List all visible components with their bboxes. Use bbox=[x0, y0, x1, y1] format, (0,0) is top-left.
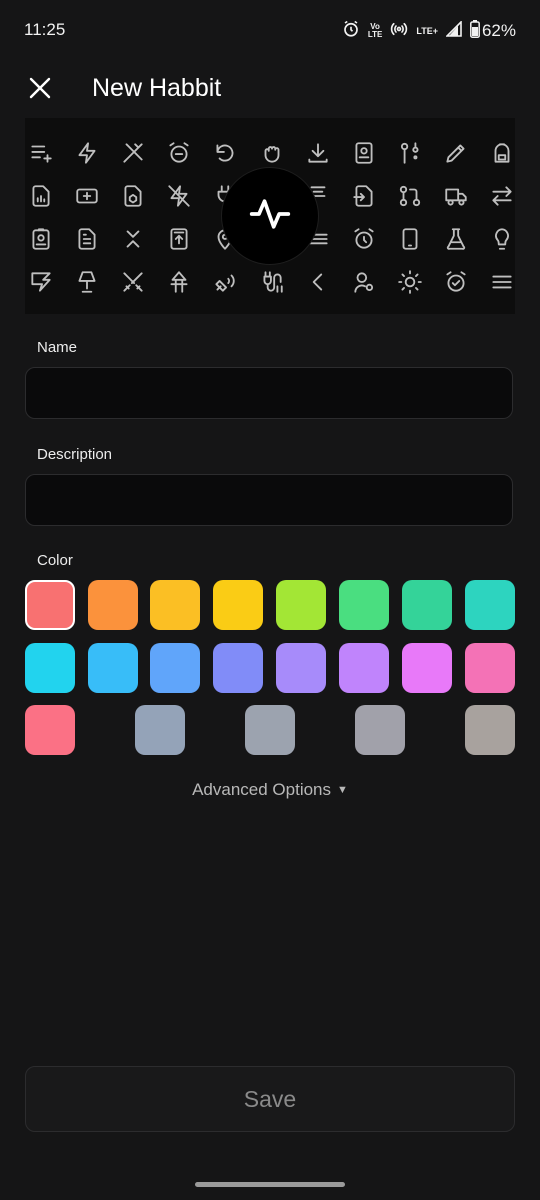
flask-icon[interactable] bbox=[443, 226, 469, 252]
description-label: Description bbox=[37, 446, 113, 463]
color-swatch[interactable] bbox=[402, 580, 452, 630]
user-cog-icon[interactable] bbox=[351, 269, 377, 295]
color-swatch[interactable] bbox=[465, 643, 515, 693]
app-bar: New Habbit bbox=[0, 62, 540, 118]
signal-icon bbox=[445, 19, 462, 42]
status-bar: 11:25 Vo LTE LTE+ 62% bbox=[0, 0, 540, 62]
tools-crossed-icon[interactable] bbox=[120, 140, 146, 166]
name-input[interactable] bbox=[25, 367, 513, 419]
color-swatch[interactable] bbox=[213, 580, 263, 630]
color-swatch[interactable] bbox=[276, 580, 326, 630]
close-icon bbox=[29, 77, 51, 104]
description-input[interactable] bbox=[25, 474, 513, 526]
color-swatch[interactable] bbox=[245, 705, 295, 755]
brand-icon[interactable] bbox=[28, 269, 54, 295]
color-swatch[interactable] bbox=[402, 643, 452, 693]
color-swatch[interactable] bbox=[339, 580, 389, 630]
color-swatch[interactable] bbox=[276, 643, 326, 693]
id-book-icon[interactable] bbox=[351, 140, 377, 166]
bolt-off-icon[interactable] bbox=[166, 183, 192, 209]
page-title: New Habbit bbox=[92, 74, 222, 102]
sun-icon[interactable] bbox=[397, 269, 423, 295]
color-swatch[interactable] bbox=[213, 643, 263, 693]
gesture-nav-handle[interactable] bbox=[195, 1182, 345, 1187]
caret-down-icon: ▼ bbox=[337, 784, 348, 796]
download-icon[interactable] bbox=[305, 140, 331, 166]
file-import-icon[interactable] bbox=[351, 183, 377, 209]
bench-icon[interactable] bbox=[166, 269, 192, 295]
icon-picker-grid[interactable] bbox=[25, 118, 515, 314]
truck-icon[interactable] bbox=[443, 183, 469, 209]
pencil-icon[interactable] bbox=[443, 140, 469, 166]
status-icons: Vo LTE LTE+ 62% bbox=[342, 19, 516, 43]
bulb-icon[interactable] bbox=[489, 226, 515, 252]
name-label: Name bbox=[37, 339, 78, 356]
file-chart-icon[interactable] bbox=[28, 183, 54, 209]
lte-label: LTE+ bbox=[416, 26, 438, 36]
battery-icon bbox=[470, 19, 480, 43]
volte-icon: Vo LTE bbox=[367, 22, 383, 39]
chevron-left-icon[interactable] bbox=[305, 269, 331, 295]
menu-icon[interactable] bbox=[489, 269, 515, 295]
hand-icon[interactable] bbox=[259, 140, 285, 166]
desk-lamp-icon[interactable] bbox=[74, 269, 100, 295]
alarm-minus-icon[interactable] bbox=[166, 140, 192, 166]
git-pull-request-icon[interactable] bbox=[397, 183, 423, 209]
color-swatch[interactable] bbox=[150, 643, 200, 693]
package-file-icon[interactable] bbox=[120, 183, 146, 209]
swords-icon[interactable] bbox=[120, 269, 146, 295]
hotspot-icon bbox=[390, 20, 408, 43]
arrows-exchange-icon[interactable] bbox=[489, 183, 515, 209]
cable-icon[interactable] bbox=[259, 269, 285, 295]
ticket-icon[interactable] bbox=[74, 183, 100, 209]
color-label: Color bbox=[37, 552, 73, 569]
color-swatch[interactable] bbox=[88, 643, 138, 693]
book-upload-icon[interactable] bbox=[166, 226, 192, 252]
device-mobile-icon[interactable] bbox=[397, 226, 423, 252]
color-swatch[interactable] bbox=[355, 705, 405, 755]
chevrons-vertical-icon[interactable] bbox=[120, 226, 146, 252]
color-swatch[interactable] bbox=[25, 643, 75, 693]
color-swatch[interactable] bbox=[25, 580, 75, 630]
status-time: 11:25 bbox=[24, 20, 66, 39]
color-swatch[interactable] bbox=[150, 580, 200, 630]
alarm-check-icon[interactable] bbox=[443, 269, 469, 295]
satellite-icon[interactable] bbox=[212, 269, 238, 295]
selected-icon-button[interactable] bbox=[221, 167, 319, 265]
alarm-icon bbox=[342, 20, 360, 43]
battery-percent: 62% bbox=[481, 21, 516, 40]
color-swatch[interactable] bbox=[135, 705, 185, 755]
bolt-icon[interactable] bbox=[74, 140, 100, 166]
close-button[interactable] bbox=[20, 70, 60, 110]
color-swatch[interactable] bbox=[339, 643, 389, 693]
list-add-icon[interactable] bbox=[28, 140, 54, 166]
activity-pulse-icon bbox=[248, 192, 292, 241]
alarm-icon[interactable] bbox=[351, 226, 377, 252]
color-swatch[interactable] bbox=[465, 580, 515, 630]
color-swatch[interactable] bbox=[25, 705, 75, 755]
save-button[interactable]: Save bbox=[25, 1066, 515, 1132]
id-badge-icon[interactable] bbox=[28, 226, 54, 252]
rotate-ccw-icon[interactable] bbox=[212, 140, 238, 166]
switch-vertical-icon[interactable] bbox=[397, 140, 423, 166]
file-text-icon[interactable] bbox=[74, 226, 100, 252]
advanced-options-toggle[interactable]: Advanced Options ▼ bbox=[0, 780, 540, 800]
color-swatch[interactable] bbox=[88, 580, 138, 630]
backpack-icon[interactable] bbox=[489, 140, 515, 166]
color-swatch[interactable] bbox=[465, 705, 515, 755]
advanced-options-label: Advanced Options bbox=[192, 780, 332, 799]
